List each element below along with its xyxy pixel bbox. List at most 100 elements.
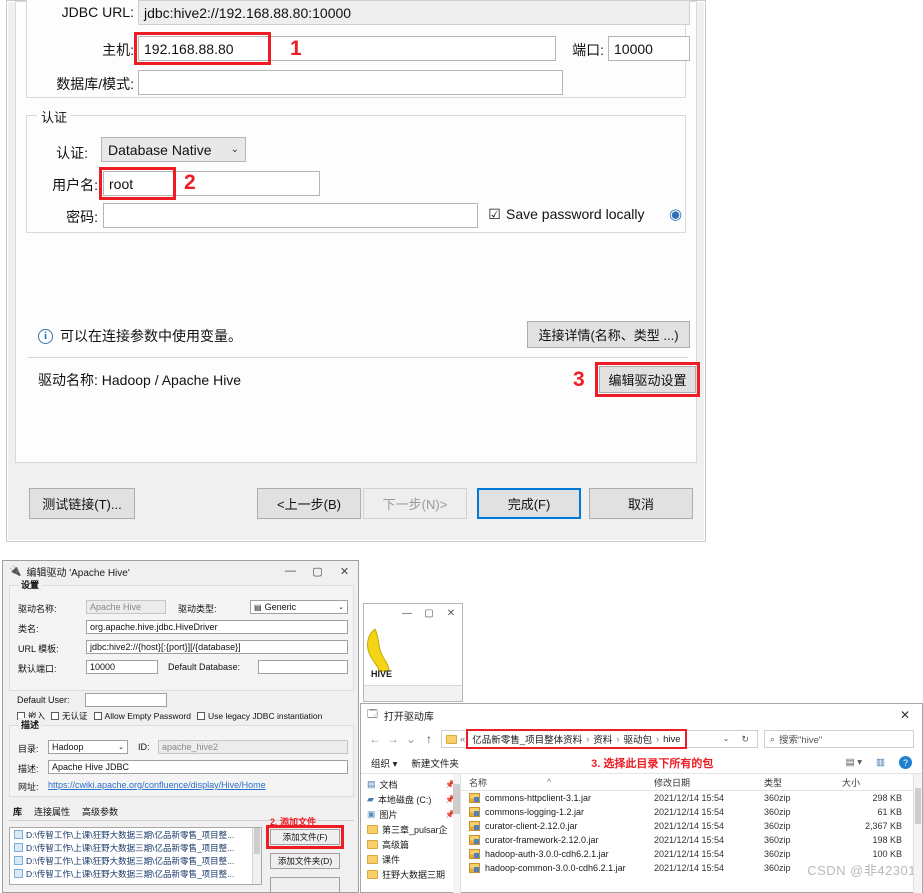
breadcrumb[interactable]: « 亿品新零售_项目整体资料 › 资料 › 驱动包 › hive ⌄ ↻ (441, 729, 758, 749)
help-icon[interactable]: ? (898, 756, 912, 769)
default-database-field[interactable] (258, 660, 348, 674)
breadcrumb-sep: › (586, 733, 590, 745)
column-header-size[interactable]: 大小 (834, 776, 912, 789)
organize-button[interactable]: 组织 ▾ (371, 756, 397, 770)
list-item[interactable]: D:\传智工作\上课\狂野大数据三期\亿品新零售_项目整... (10, 841, 261, 854)
close-button[interactable]: ✕ (331, 561, 358, 581)
sidebar-item-courseware[interactable]: 课件 (361, 852, 460, 867)
allow-empty-password-checkbox[interactable]: Allow Empty Password (93, 710, 191, 722)
breadcrumb-item-0[interactable]: 亿品新零售_项目整体资料 (472, 732, 582, 746)
finish-button[interactable]: 完成(F) (477, 488, 581, 519)
breadcrumb-sep: › (616, 733, 620, 745)
class-name-field[interactable]: org.apache.hive.jdbc.HiveDriver (86, 620, 348, 634)
library-list[interactable]: D:\传智工作\上课\狂野大数据三期\亿品新零售_项目整... D:\传智工作\… (9, 827, 262, 885)
category-combo[interactable]: Hadoop ⌄ (48, 740, 128, 754)
folder-icon (367, 840, 378, 849)
url-template-field[interactable]: jdbc:hive2://{host}[:{port}][/{database}… (86, 640, 348, 654)
recent-locations-icon[interactable]: ⌄ (405, 732, 417, 746)
view-mode-icon[interactable]: ▤ ▾ (846, 757, 862, 768)
library-list-scrollbar[interactable] (252, 828, 261, 884)
description-field[interactable]: Apache Hive JDBC (48, 760, 348, 774)
refresh-icon[interactable]: ↻ (741, 734, 749, 745)
save-password-checkbox[interactable]: ☑ Save password locally (488, 206, 645, 222)
password-field[interactable] (103, 203, 478, 228)
breadcrumb-item-2[interactable]: 驱动包 (623, 732, 652, 746)
minimize-button[interactable]: — (277, 561, 304, 581)
breadcrumb-dropdown-icon[interactable]: ⌄ (723, 734, 730, 745)
library-path: D:\传智工作\上课\狂野大数据三期\亿品新零售_项目整... (26, 868, 235, 879)
auth-method-combo[interactable]: Database Native ⌄ (101, 137, 246, 162)
file-date: 2021/12/14 15:54 (654, 849, 725, 859)
add-folder-button[interactable]: 添加文件夹(D) (270, 853, 340, 869)
sidebar-item-local-disk-c[interactable]: ▰ 本地磁盘 (C:) 📌 (361, 792, 460, 807)
sidebar-item-chapter3-pulsar[interactable]: 第三章_pulsar企 (361, 822, 460, 837)
port-field[interactable]: 10000 (608, 36, 690, 61)
database-field[interactable] (138, 70, 563, 95)
website-link[interactable]: https://cwiki.apache.org/confluence/disp… (48, 780, 266, 790)
divider (28, 357, 688, 358)
table-row[interactable]: hadoop-auth-3.0.0-cdh6.2.1.jar 2021/12/1… (461, 847, 922, 861)
explorer-close-button[interactable]: ✕ (894, 708, 916, 722)
file-date: 2021/12/14 15:54 (654, 863, 725, 873)
hive-close-button[interactable]: ✕ (440, 608, 462, 619)
jar-icon (14, 856, 23, 865)
table-row[interactable]: curator-framework-2.12.0.jar 2021/12/14 … (461, 833, 922, 847)
table-row[interactable]: commons-logging-1.2.jar 2021/12/14 15:54… (461, 805, 922, 819)
test-connection-button[interactable]: 测试链接(T)... (29, 488, 135, 519)
column-header-name[interactable]: 名称 ^ (461, 776, 646, 789)
sidebar-item-advanced[interactable]: 高级篇 (361, 837, 460, 852)
column-header-date[interactable]: 修改日期 (646, 776, 756, 789)
driver-type-combo[interactable]: ▤ Generic ⌄ (250, 600, 348, 614)
driver-name-value: Hadoop / Apache Hive (101, 372, 242, 388)
checkbox-icon: ☑ (488, 206, 501, 222)
tab-libraries[interactable]: 库 (13, 805, 22, 818)
list-item[interactable]: D:\传智工作\上课\狂野大数据三期\亿品新零售_项目整... (10, 854, 261, 867)
cancel-button[interactable]: 取消 (589, 488, 693, 519)
navigation-pane-scrollbar[interactable] (453, 774, 460, 893)
driver-type-label: 驱动类型: (178, 604, 217, 614)
new-folder-button[interactable]: 新建文件夹 (411, 756, 459, 770)
checkbox-icon (51, 712, 60, 720)
up-icon[interactable]: ↑ (423, 732, 435, 746)
default-user-field[interactable] (85, 693, 167, 707)
list-item[interactable]: D:\传智工作\上课\狂野大数据三期\亿品新零售_项目整... (10, 867, 261, 880)
sidebar-item-documents[interactable]: ▤ 文档 📌 (361, 777, 460, 792)
show-password-eye-icon[interactable]: ◉ (669, 205, 682, 223)
preview-pane-icon[interactable]: ▥ (876, 757, 885, 768)
host-highlight-box (134, 32, 271, 65)
driver-settings-title: 设置 (18, 578, 43, 591)
forward-icon[interactable]: → (387, 732, 399, 746)
add-artifact-button[interactable] (270, 877, 340, 893)
driver-flags-row: 嵌入 无认证 Allow Empty Password Use legacy J… (17, 710, 322, 722)
back-icon[interactable]: ← (369, 732, 381, 746)
folder-icon (367, 855, 378, 864)
file-date: 2021/12/14 15:54 (654, 793, 725, 803)
column-header-type[interactable]: 类型 (756, 776, 834, 789)
list-item[interactable]: D:\传智工作\上课\狂野大数据三期\亿品新零售_项目整... (10, 828, 261, 841)
default-port-field[interactable]: 10000 (86, 660, 158, 674)
library-buttons: 2. 添加文件 添加文件(F) 添加文件夹(D) (266, 817, 348, 893)
maximize-button[interactable]: ▢ (304, 561, 331, 581)
hive-maximize-button[interactable]: ▢ (418, 608, 440, 619)
breadcrumb-item-3[interactable]: hive (663, 734, 680, 745)
edit-driver-window: 🔌 编辑驱动 'Apache Hive' — ▢ ✕ 设置 驱动名称: Apac… (2, 560, 359, 893)
no-auth-checkbox[interactable]: 无认证 (51, 710, 88, 722)
search-input[interactable]: ⌕ 搜索"hive" (764, 730, 914, 748)
table-row[interactable]: commons-httpclient-3.1.jar 2021/12/14 15… (461, 791, 922, 805)
file-list-scrollbar[interactable] (913, 774, 922, 893)
file-type: 360zip (764, 821, 791, 831)
sidebar-item-bigdata-s3[interactable]: 狂野大数据三期 (361, 867, 460, 882)
back-button[interactable]: <上一步(B) (257, 488, 361, 519)
library-path: D:\传智工作\上课\狂野大数据三期\亿品新零售_项目整... (26, 855, 235, 866)
sidebar-item-pictures[interactable]: ▣ 图片 📌 (361, 807, 460, 822)
driver-description-group: 描述 目录: Hadoop ⌄ ID: apache_hive2 描述: Apa… (9, 718, 354, 797)
tab-advanced-parameters[interactable]: 高级参数 (82, 805, 118, 818)
tab-connection-properties[interactable]: 连接属性 (34, 805, 70, 818)
breadcrumb-item-1[interactable]: 资料 (593, 732, 612, 746)
hive-minimize-button[interactable]: — (396, 608, 418, 619)
legacy-jdbc-checkbox[interactable]: Use legacy JDBC instantiation (196, 710, 322, 722)
table-row[interactable]: curator-client-2.12.0.jar 2021/12/14 15:… (461, 819, 922, 833)
no-auth-label: 无认证 (62, 711, 88, 721)
svg-text:HIVE: HIVE (371, 669, 392, 679)
connection-details-button[interactable]: 连接详情(名称、类型 ...) (527, 321, 690, 348)
